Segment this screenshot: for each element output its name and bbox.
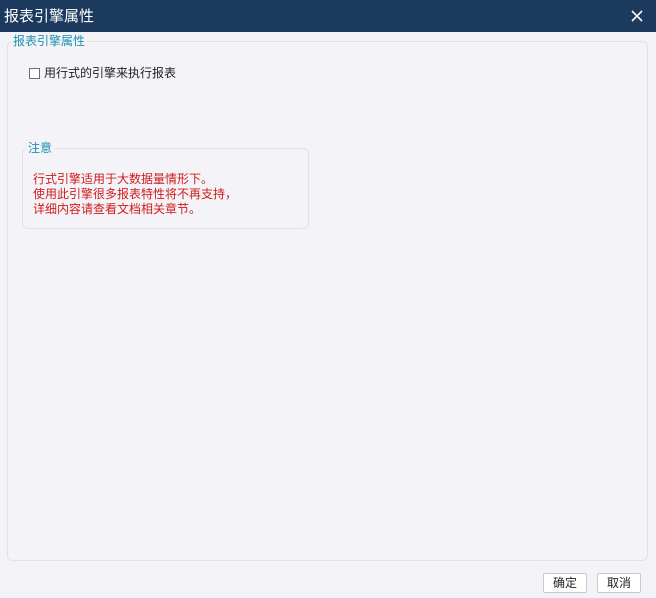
note-line: 详细内容请查看文档相关章节。 [33,202,202,216]
row-engine-checkbox[interactable] [29,67,40,79]
row-engine-label[interactable]: 用行式的引擎来执行报表 [44,66,176,80]
row-engine-option[interactable]: 用行式的引擎来执行报表 [29,65,176,81]
ok-button[interactable]: 确定 [543,573,587,593]
note-group-title: 注意 [26,141,55,155]
window-title: 报表引擎属性 [4,7,95,25]
engine-properties-group [7,41,648,561]
note-line: 使用此引擎很多报表特性将不再支持， [33,187,238,201]
cancel-button[interactable]: 取消 [597,573,641,593]
engine-properties-group-title: 报表引擎属性 [11,34,88,48]
note-line: 行式引擎适用于大数据量情形下。 [33,172,214,186]
title-bar: 报表引擎属性 [0,0,656,32]
close-icon [631,10,643,22]
close-button[interactable] [626,5,648,27]
